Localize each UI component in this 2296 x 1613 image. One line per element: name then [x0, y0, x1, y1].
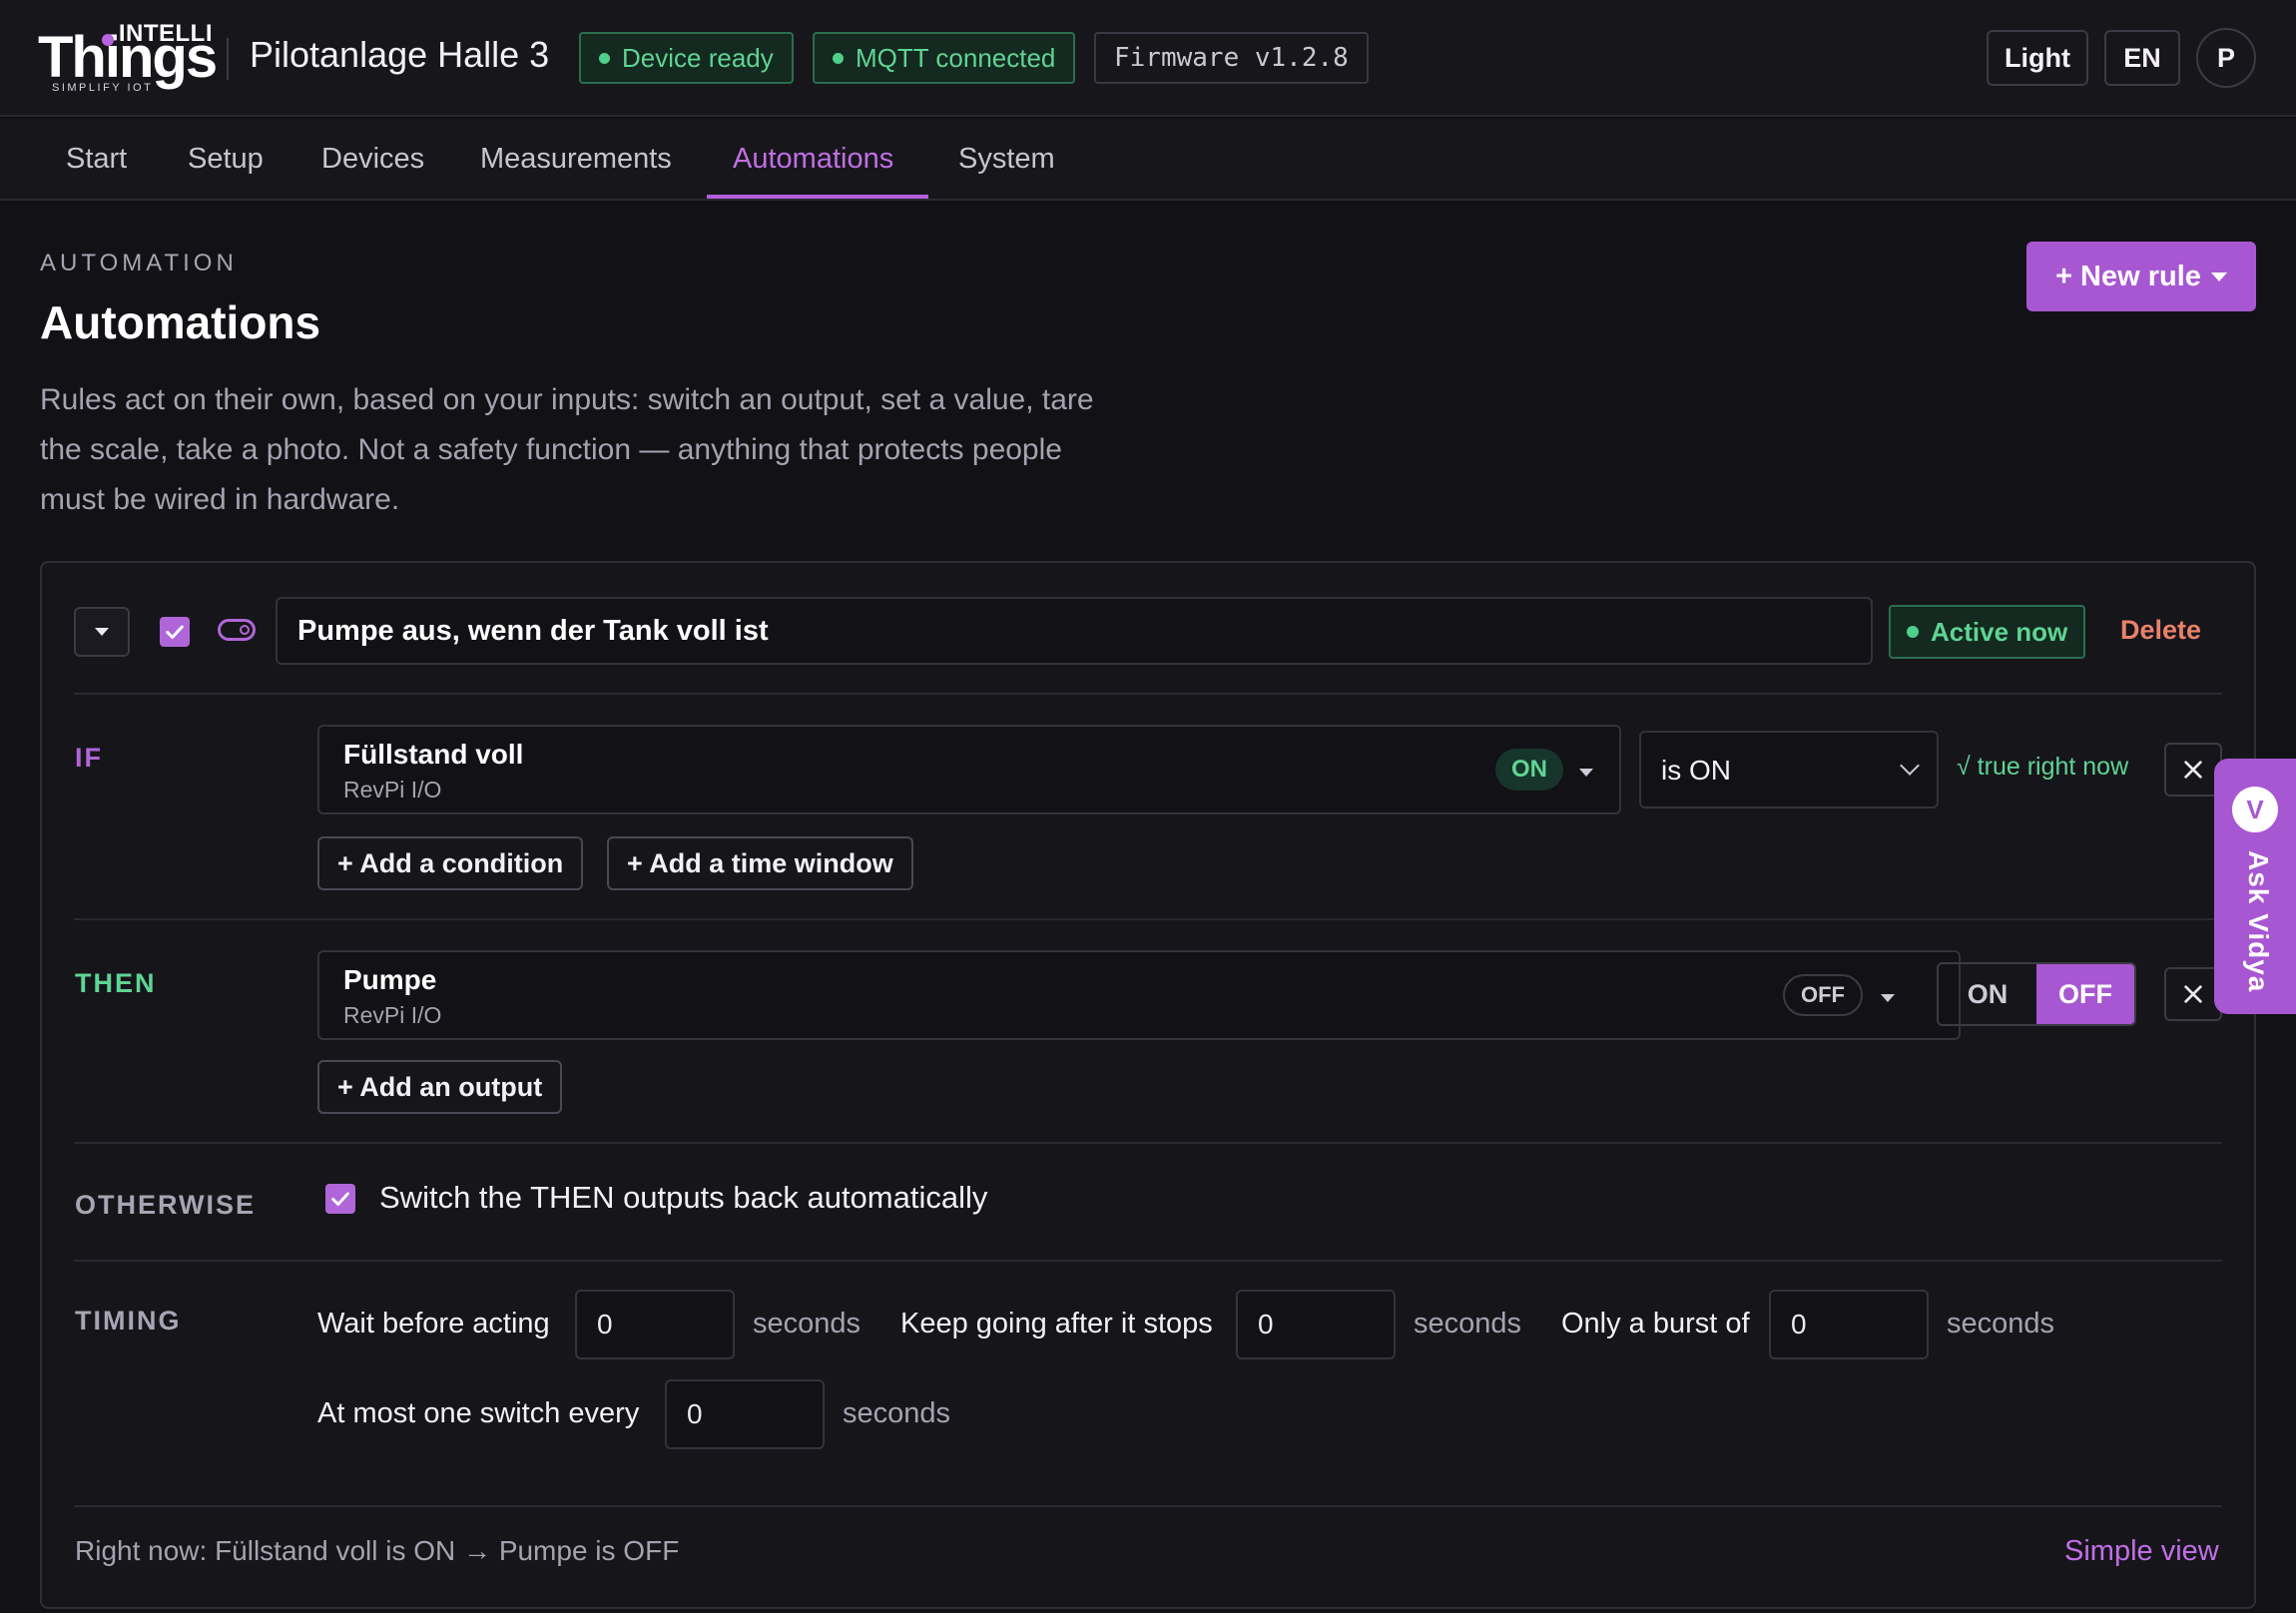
tab-automations[interactable]: Automations — [733, 143, 893, 176]
burst-unit: seconds — [1947, 1308, 2055, 1340]
otherwise-checkbox[interactable] — [325, 1184, 355, 1214]
delete-rule-button[interactable]: Delete — [2120, 615, 2201, 646]
rule-card: Pumpe aus, wenn der Tank voll ist Active… — [40, 561, 2256, 1609]
if-operator-select[interactable]: is ON — [1639, 731, 1939, 808]
main-nav: Start Setup Devices Measurements Automat… — [0, 119, 2296, 201]
if-input-select[interactable]: Füllstand voll RevPi I/O ON — [317, 725, 1621, 814]
page-eyebrow: AUTOMATION — [40, 250, 238, 276]
check-icon — [166, 625, 184, 639]
then-set-state-toggle: ON OFF — [1937, 962, 2136, 1026]
rule-select-checkbox[interactable] — [160, 617, 190, 647]
device-status-label: Device ready — [622, 42, 774, 73]
firmware-label: Firmware v1.2.8 — [1114, 43, 1349, 73]
tab-start[interactable]: Start — [66, 143, 127, 176]
divider — [74, 1505, 2222, 1507]
max-switch-unit: seconds — [843, 1397, 951, 1429]
device-status-badge: Device ready — [579, 32, 794, 84]
active-tab-indicator — [707, 195, 928, 199]
collapse-rule-button[interactable] — [74, 607, 130, 657]
chevron-down-icon — [95, 628, 109, 636]
new-rule-button[interactable]: + New rule — [2026, 242, 2256, 311]
otherwise-label: OTHERWISE — [75, 1190, 257, 1220]
logo-prefix: INTELLI — [118, 20, 213, 47]
intellithings-logo[interactable]: Things INTELLI SIMPLIFY IOT — [38, 18, 218, 98]
mqtt-status-label: MQTT connected — [856, 42, 1056, 73]
otherwise-text: Switch the THEN outputs back automatical… — [379, 1180, 988, 1215]
ask-vidya-tab[interactable]: V Ask Vidya — [2214, 759, 2296, 1014]
mqtt-status-badge: MQTT connected — [813, 32, 1076, 84]
keep-label: Keep going after it stops — [900, 1308, 1213, 1340]
check-icon — [331, 1192, 349, 1206]
avatar[interactable]: P — [2196, 28, 2256, 88]
add-condition-button[interactable]: + Add a condition — [317, 836, 584, 890]
language-button[interactable]: EN — [2104, 30, 2180, 86]
if-label: IF — [75, 743, 103, 773]
chevron-down-icon — [1900, 756, 1920, 776]
add-output-button[interactable]: + Add an output — [317, 1060, 563, 1114]
keep-unit: seconds — [1414, 1308, 1522, 1340]
page-description: Rules act on their own, based on your in… — [40, 383, 1094, 516]
if-operator-value: is ON — [1661, 755, 1731, 786]
if-input-state-badge: ON — [1495, 749, 1563, 791]
max-switch-input[interactable]: 0 — [665, 1379, 825, 1449]
top-bar: Things INTELLI SIMPLIFY IOT Pilotanlage … — [0, 0, 2296, 117]
rule-enabled-toggle[interactable] — [218, 619, 256, 641]
burst-input[interactable]: 0 — [1769, 1290, 1929, 1359]
rule-status-label: Active now — [1931, 616, 2068, 647]
rule-status-badge: Active now — [1889, 605, 2086, 659]
then-output-select[interactable]: Pumpe RevPi I/O OFF — [317, 950, 1961, 1040]
theme-toggle-button[interactable]: Light — [1987, 30, 2088, 86]
then-label: THEN — [75, 968, 157, 998]
firmware-badge: Firmware v1.2.8 — [1094, 32, 1369, 84]
then-output-name: Pumpe — [343, 964, 437, 995]
max-switch-label: At most one switch every — [317, 1397, 640, 1429]
divider — [74, 693, 2222, 695]
rule-summary: Right now: Füllstand voll is ON → Pumpe … — [75, 1535, 680, 1566]
page-title: Automations — [40, 296, 321, 348]
tab-setup[interactable]: Setup — [188, 143, 264, 176]
status-dot-icon — [599, 52, 610, 64]
wait-input[interactable]: 0 — [575, 1290, 735, 1359]
tab-devices[interactable]: Devices — [321, 143, 424, 176]
then-output-state-badge: OFF — [1783, 974, 1863, 1016]
if-input-source: RevPi I/O — [343, 777, 442, 803]
if-input-name: Füllstand voll — [343, 739, 524, 770]
then-output-source: RevPi I/O — [343, 1002, 442, 1028]
divider — [74, 1260, 2222, 1262]
divider — [74, 1142, 2222, 1144]
vidya-avatar: V — [2232, 787, 2278, 832]
ask-vidya-label: Ask Vidya — [2243, 850, 2274, 993]
chevron-down-icon — [1881, 994, 1895, 1002]
set-on-option[interactable]: ON — [1939, 964, 2036, 1024]
keep-input[interactable]: 0 — [1236, 1290, 1396, 1359]
close-icon — [2184, 761, 2202, 779]
header-divider — [227, 38, 229, 80]
set-off-option[interactable]: OFF — [2036, 964, 2134, 1024]
chevron-down-icon — [1579, 769, 1593, 777]
close-icon — [2184, 985, 2202, 1003]
simple-view-link[interactable]: Simple view — [2064, 1535, 2219, 1568]
tab-system[interactable]: System — [958, 143, 1055, 176]
if-evaluation-status: √ true right now — [1957, 753, 2129, 781]
tab-measurements[interactable]: Measurements — [480, 143, 672, 176]
status-dot-icon — [1907, 626, 1919, 638]
burst-label: Only a burst of — [1561, 1308, 1750, 1340]
timing-label: TIMING — [75, 1306, 182, 1336]
rule-name-input[interactable]: Pumpe aus, wenn der Tank voll ist — [276, 597, 1873, 665]
logo-dot — [102, 34, 114, 46]
wait-unit: seconds — [753, 1308, 861, 1340]
new-rule-label: + New rule — [2055, 260, 2201, 292]
logo-tagline: SIMPLIFY IOT — [52, 82, 154, 94]
add-time-window-button[interactable]: + Add a time window — [607, 836, 913, 890]
status-dot-icon — [833, 52, 844, 64]
wait-label: Wait before acting — [317, 1308, 550, 1340]
divider — [74, 918, 2222, 920]
chevron-down-icon — [2210, 271, 2227, 281]
site-title: Pilotanlage Halle 3 — [250, 34, 550, 75]
